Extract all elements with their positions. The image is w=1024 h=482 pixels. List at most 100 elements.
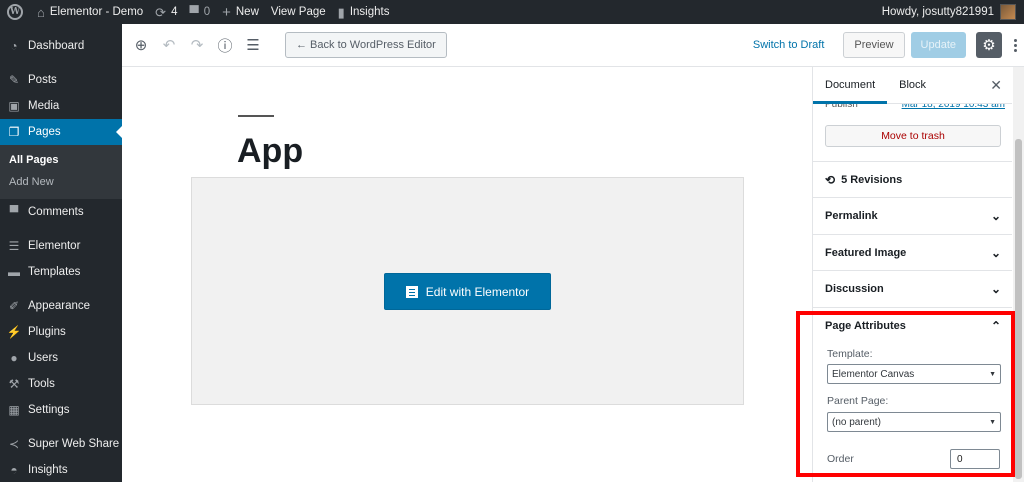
more-tools-button[interactable] bbox=[1006, 32, 1024, 58]
more-dot-icon bbox=[1013, 38, 1017, 42]
sidebar-item-templates[interactable]: ▬ Templates bbox=[0, 259, 122, 285]
comments-link[interactable]: ▀ 0 bbox=[183, 0, 216, 24]
sidebar-item-posts[interactable]: ✎ Posts bbox=[0, 67, 122, 93]
tab-document[interactable]: Document bbox=[813, 67, 888, 104]
parent-page-select[interactable]: (no parent) ▼ bbox=[827, 412, 1001, 432]
plus-icon: + bbox=[222, 3, 231, 21]
sidebar-item-label: Dashboard bbox=[28, 40, 85, 52]
sidebar-item-super-web-share[interactable]: ≺ Super Web Share bbox=[0, 431, 122, 457]
template-select-value: Elementor Canvas bbox=[832, 368, 915, 380]
sidebar-item-appearance[interactable]: ✐ Appearance bbox=[0, 293, 122, 319]
editor-toolbar: ⊕ ↶ ↷ ⓘ ☰ ← Back to WordPress Editor Swi… bbox=[122, 24, 1024, 67]
featured-image-label: Featured Image bbox=[825, 246, 907, 259]
featured-image-panel-toggle[interactable]: Featured Image ⌄ bbox=[813, 234, 1012, 270]
sidebar-item-label: Comments bbox=[28, 206, 84, 218]
submenu-all-pages[interactable]: All Pages bbox=[0, 149, 122, 171]
sidebar-item-dashboard[interactable]: ◔ Dashboard bbox=[0, 33, 122, 59]
sidebar-item-comments[interactable]: ▀ Comments bbox=[0, 199, 122, 225]
page-attributes-panel-toggle[interactable]: Page Attributes ⌃ bbox=[813, 307, 1012, 343]
add-block-button[interactable]: ⊕ bbox=[127, 31, 155, 59]
switch-to-draft-button[interactable]: Switch to Draft bbox=[753, 39, 825, 51]
wordpress-icon: W bbox=[7, 4, 23, 20]
sidebar-item-label: Settings bbox=[28, 404, 70, 416]
view-page-label: View Page bbox=[270, 6, 326, 18]
settings-scrollbar[interactable] bbox=[1013, 67, 1024, 482]
chevron-down-icon: ⌄ bbox=[990, 209, 1001, 223]
sidebar-item-insights[interactable]: ◓ Insights bbox=[0, 457, 122, 482]
sidebar-item-plugins[interactable]: ⚡ Plugins bbox=[0, 319, 122, 345]
home-icon: ⌂ bbox=[37, 4, 45, 20]
site-name-label: Elementor - Demo bbox=[49, 6, 144, 18]
redo-button[interactable]: ↷ bbox=[183, 31, 211, 59]
document-settings-sidebar: Document Block ✕ Publish Mar 18, 2019 10… bbox=[812, 67, 1012, 482]
move-to-trash-button[interactable]: Move to trash bbox=[825, 125, 1001, 147]
template-select[interactable]: Elementor Canvas ▼ bbox=[827, 364, 1001, 384]
parent-page-select-value: (no parent) bbox=[832, 416, 881, 428]
editor-canvas: App Edit with Elementor bbox=[122, 67, 812, 482]
revisions-label: 5 Revisions bbox=[841, 173, 903, 186]
admin-sidebar: ◔ Dashboard ✎ Posts ▣ Media ❐ Pages All … bbox=[0, 24, 122, 482]
wp-logo-menu[interactable]: W bbox=[0, 0, 31, 24]
info-button[interactable]: ⓘ bbox=[211, 31, 239, 59]
edit-with-elementor-label: Edit with Elementor bbox=[425, 284, 530, 299]
sidebar-item-settings[interactable]: ▦ Settings bbox=[0, 397, 122, 423]
sidebar-tabs: Document Block ✕ bbox=[813, 67, 1012, 104]
howdy-label: Howdy, josutty821991 bbox=[881, 6, 994, 18]
settings-toggle-button[interactable]: ⚙ bbox=[976, 32, 1002, 58]
sidebar-item-label: Elementor bbox=[28, 240, 81, 252]
sidebar-item-media[interactable]: ▣ Media bbox=[0, 93, 122, 119]
updates-link[interactable]: ⟳ 4 bbox=[149, 0, 183, 24]
template-label: Template: bbox=[827, 348, 873, 360]
scrollbar-thumb[interactable] bbox=[1015, 139, 1022, 479]
order-label: Order bbox=[827, 453, 854, 465]
sidebar-item-pages[interactable]: ❐ Pages bbox=[0, 119, 122, 145]
revisions-link[interactable]: ⟲ 5 Revisions bbox=[813, 161, 1012, 197]
permalink-label: Permalink bbox=[825, 210, 878, 222]
undo-button[interactable]: ↶ bbox=[155, 31, 183, 59]
parent-page-label: Parent Page: bbox=[827, 395, 889, 407]
back-to-wordpress-editor-button[interactable]: ← Back to WordPress Editor bbox=[285, 32, 447, 58]
sidebar-item-users[interactable]: ● Users bbox=[0, 345, 122, 371]
sidebar-item-label: Appearance bbox=[28, 300, 91, 312]
sidebar-item-label: Insights bbox=[28, 464, 68, 476]
edit-with-elementor-button[interactable]: Edit with Elementor bbox=[384, 273, 551, 310]
page-title[interactable]: App bbox=[237, 132, 303, 171]
comment-bubble-icon: ▀ bbox=[189, 4, 199, 20]
list-icon: ☰ bbox=[246, 37, 260, 54]
settings-icon: ▦ bbox=[8, 403, 20, 417]
view-page-link[interactable]: View Page bbox=[265, 0, 332, 24]
insights-link[interactable]: ▮ Insights bbox=[332, 0, 396, 24]
folder-icon: ▬ bbox=[8, 265, 20, 279]
discussion-label: Discussion bbox=[825, 283, 884, 295]
block-navigation-button[interactable]: ☰ bbox=[239, 31, 267, 59]
site-name-link[interactable]: ⌂ Elementor - Demo bbox=[31, 0, 149, 24]
history-icon: ⟲ bbox=[825, 172, 836, 187]
dropdown-arrow-icon: ▼ bbox=[989, 418, 996, 426]
elementor-placeholder-box: Edit with Elementor bbox=[191, 177, 744, 405]
updates-count: 4 bbox=[171, 6, 178, 18]
submenu-add-new[interactable]: Add New bbox=[0, 171, 122, 193]
sidebar-item-tools[interactable]: ⚒ Tools bbox=[0, 371, 122, 397]
sidebar-item-label: Pages bbox=[28, 126, 61, 138]
pages-icon: ❐ bbox=[8, 125, 20, 139]
sidebar-item-label: Plugins bbox=[28, 326, 66, 338]
discussion-panel-toggle[interactable]: Discussion ⌄ bbox=[813, 270, 1012, 307]
preview-button[interactable]: Preview bbox=[843, 32, 905, 58]
update-button[interactable]: Update bbox=[910, 32, 966, 58]
my-account-link[interactable]: Howdy, josutty821991 bbox=[876, 0, 1024, 24]
order-input[interactable]: 0 bbox=[950, 449, 1000, 469]
sidebar-item-elementor[interactable]: ☰ Elementor bbox=[0, 233, 122, 259]
close-icon[interactable]: ✕ bbox=[990, 77, 1002, 94]
pin-icon: ✎ bbox=[8, 73, 20, 87]
elementor-logo-icon bbox=[405, 285, 418, 298]
new-content-link[interactable]: + New bbox=[216, 0, 265, 24]
updates-icon: ⟳ bbox=[155, 4, 167, 20]
redo-icon: ↷ bbox=[190, 37, 204, 54]
permalink-panel-toggle[interactable]: Permalink ⌄ bbox=[813, 197, 1012, 234]
dashboard-icon: ◔ bbox=[10, 39, 18, 53]
chevron-down-icon: ⌄ bbox=[990, 245, 1001, 260]
tab-block[interactable]: Block bbox=[887, 67, 938, 104]
pages-submenu: All Pages Add New bbox=[0, 145, 122, 199]
sidebar-item-label: Templates bbox=[28, 266, 81, 278]
sidebar-item-label: Super Web Share bbox=[28, 438, 120, 450]
